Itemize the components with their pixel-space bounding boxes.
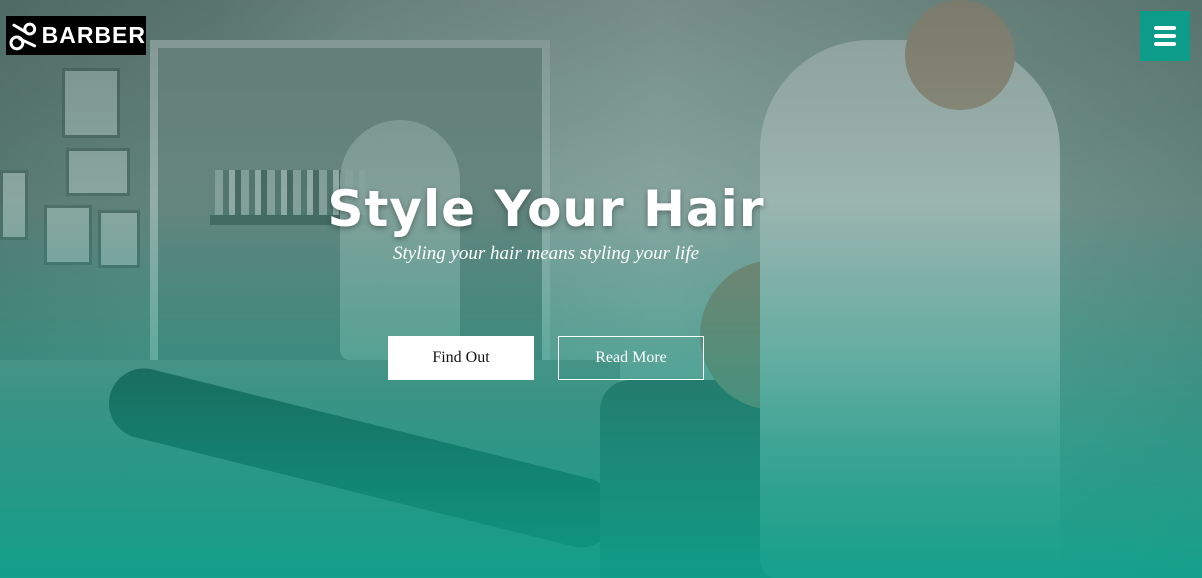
hero-title: Style Your Hair <box>327 180 765 238</box>
brand-logo[interactable]: BARBER <box>6 16 146 55</box>
menu-button[interactable] <box>1140 11 1190 61</box>
hero-section: BARBER Style Your Hair Styling your hair… <box>0 0 1202 578</box>
scissors-logo-icon <box>9 22 37 50</box>
hero-subtitle: Styling your hair means styling your lif… <box>392 243 700 264</box>
read-more-button[interactable]: Read More <box>558 336 704 380</box>
brand-name: BARBER <box>41 22 146 48</box>
find-out-button[interactable]: Find Out <box>388 336 534 380</box>
hamburger-menu-icon <box>1154 26 1176 46</box>
hero-background-image <box>0 0 1202 578</box>
